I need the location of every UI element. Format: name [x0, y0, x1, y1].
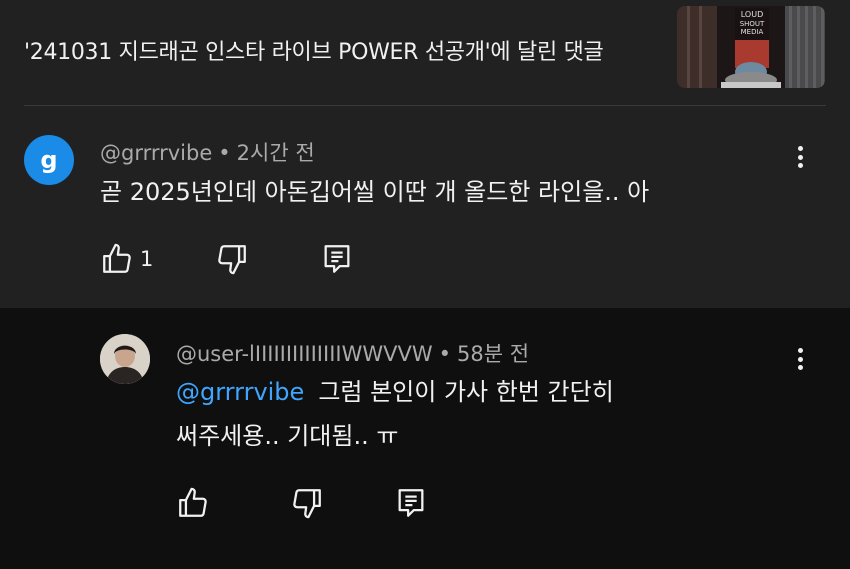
- comment-text: 곧 2025년인데 아돈깁어씰 이딴 개 올드한 라인을.. 아: [100, 178, 650, 206]
- meta-separator: •: [218, 141, 231, 165]
- reply-text-line2: 써주세용.. 기대됨.. ㅠ: [176, 422, 399, 450]
- video-title[interactable]: '241031 지드래곤 인스타 라이브 POWER 선공개'에 달린 댓글: [24, 34, 604, 66]
- comment-author-handle[interactable]: @grrrrvibe: [100, 141, 212, 165]
- like-count: 1: [140, 247, 154, 271]
- meta-separator: •: [438, 342, 451, 366]
- reply-mention-link[interactable]: @grrrrvibe: [176, 378, 304, 406]
- avatar[interactable]: g: [24, 135, 74, 185]
- reply-button[interactable]: [394, 486, 428, 520]
- more-vert-icon[interactable]: [790, 142, 810, 172]
- reply-button[interactable]: [320, 242, 354, 276]
- thumbs-up-icon: [179, 487, 207, 517]
- comment-panel: '241031 지드래곤 인스타 라이브 POWER 선공개'에 달린 댓글 L…: [0, 0, 850, 308]
- thumbs-up-icon: [103, 243, 131, 273]
- more-vert-icon[interactable]: [790, 344, 810, 374]
- reply-meta: @user-lIIIIIIIIIIIIIIWWVVW • 58분 전: [176, 338, 529, 368]
- like-button[interactable]: [100, 242, 134, 276]
- thumbnail-text-shout: SHOUT: [740, 20, 765, 28]
- dislike-button[interactable]: [290, 486, 324, 520]
- reply-author-handle[interactable]: @user-lIIIIIIIIIIIIIIWWVVW: [176, 342, 433, 366]
- avatar[interactable]: [100, 334, 150, 384]
- video-header[interactable]: '241031 지드래곤 인스타 라이브 POWER 선공개'에 달린 댓글 L…: [0, 0, 850, 106]
- reply-icon: [324, 245, 350, 273]
- comment-timestamp: 2시간 전: [236, 141, 315, 165]
- reply-text: 그럼 본인이 가사 한번 간단히: [318, 378, 614, 406]
- like-button[interactable]: [176, 486, 210, 520]
- thumbs-down-icon: [218, 245, 246, 275]
- reply-text-line1: @grrrrvibe 그럼 본인이 가사 한번 간단히: [176, 370, 614, 414]
- thumbnail-text-media: MEDIA: [741, 28, 764, 36]
- video-thumbnail[interactable]: LOUD SHOUT MEDIA: [677, 6, 825, 88]
- reply-thread: @user-lIIIIIIIIIIIIIIWWVVW • 58분 전 @grrrrv…: [0, 308, 850, 569]
- header-divider: [24, 105, 826, 106]
- thumbs-down-icon: [293, 489, 321, 519]
- reply-timestamp: 58분 전: [457, 342, 530, 366]
- thumbnail-text-loud: LOUD: [741, 10, 763, 19]
- reply-icon: [398, 489, 424, 517]
- comment-meta: @grrrrvibe • 2시간 전: [100, 137, 315, 167]
- dislike-button[interactable]: [215, 242, 249, 276]
